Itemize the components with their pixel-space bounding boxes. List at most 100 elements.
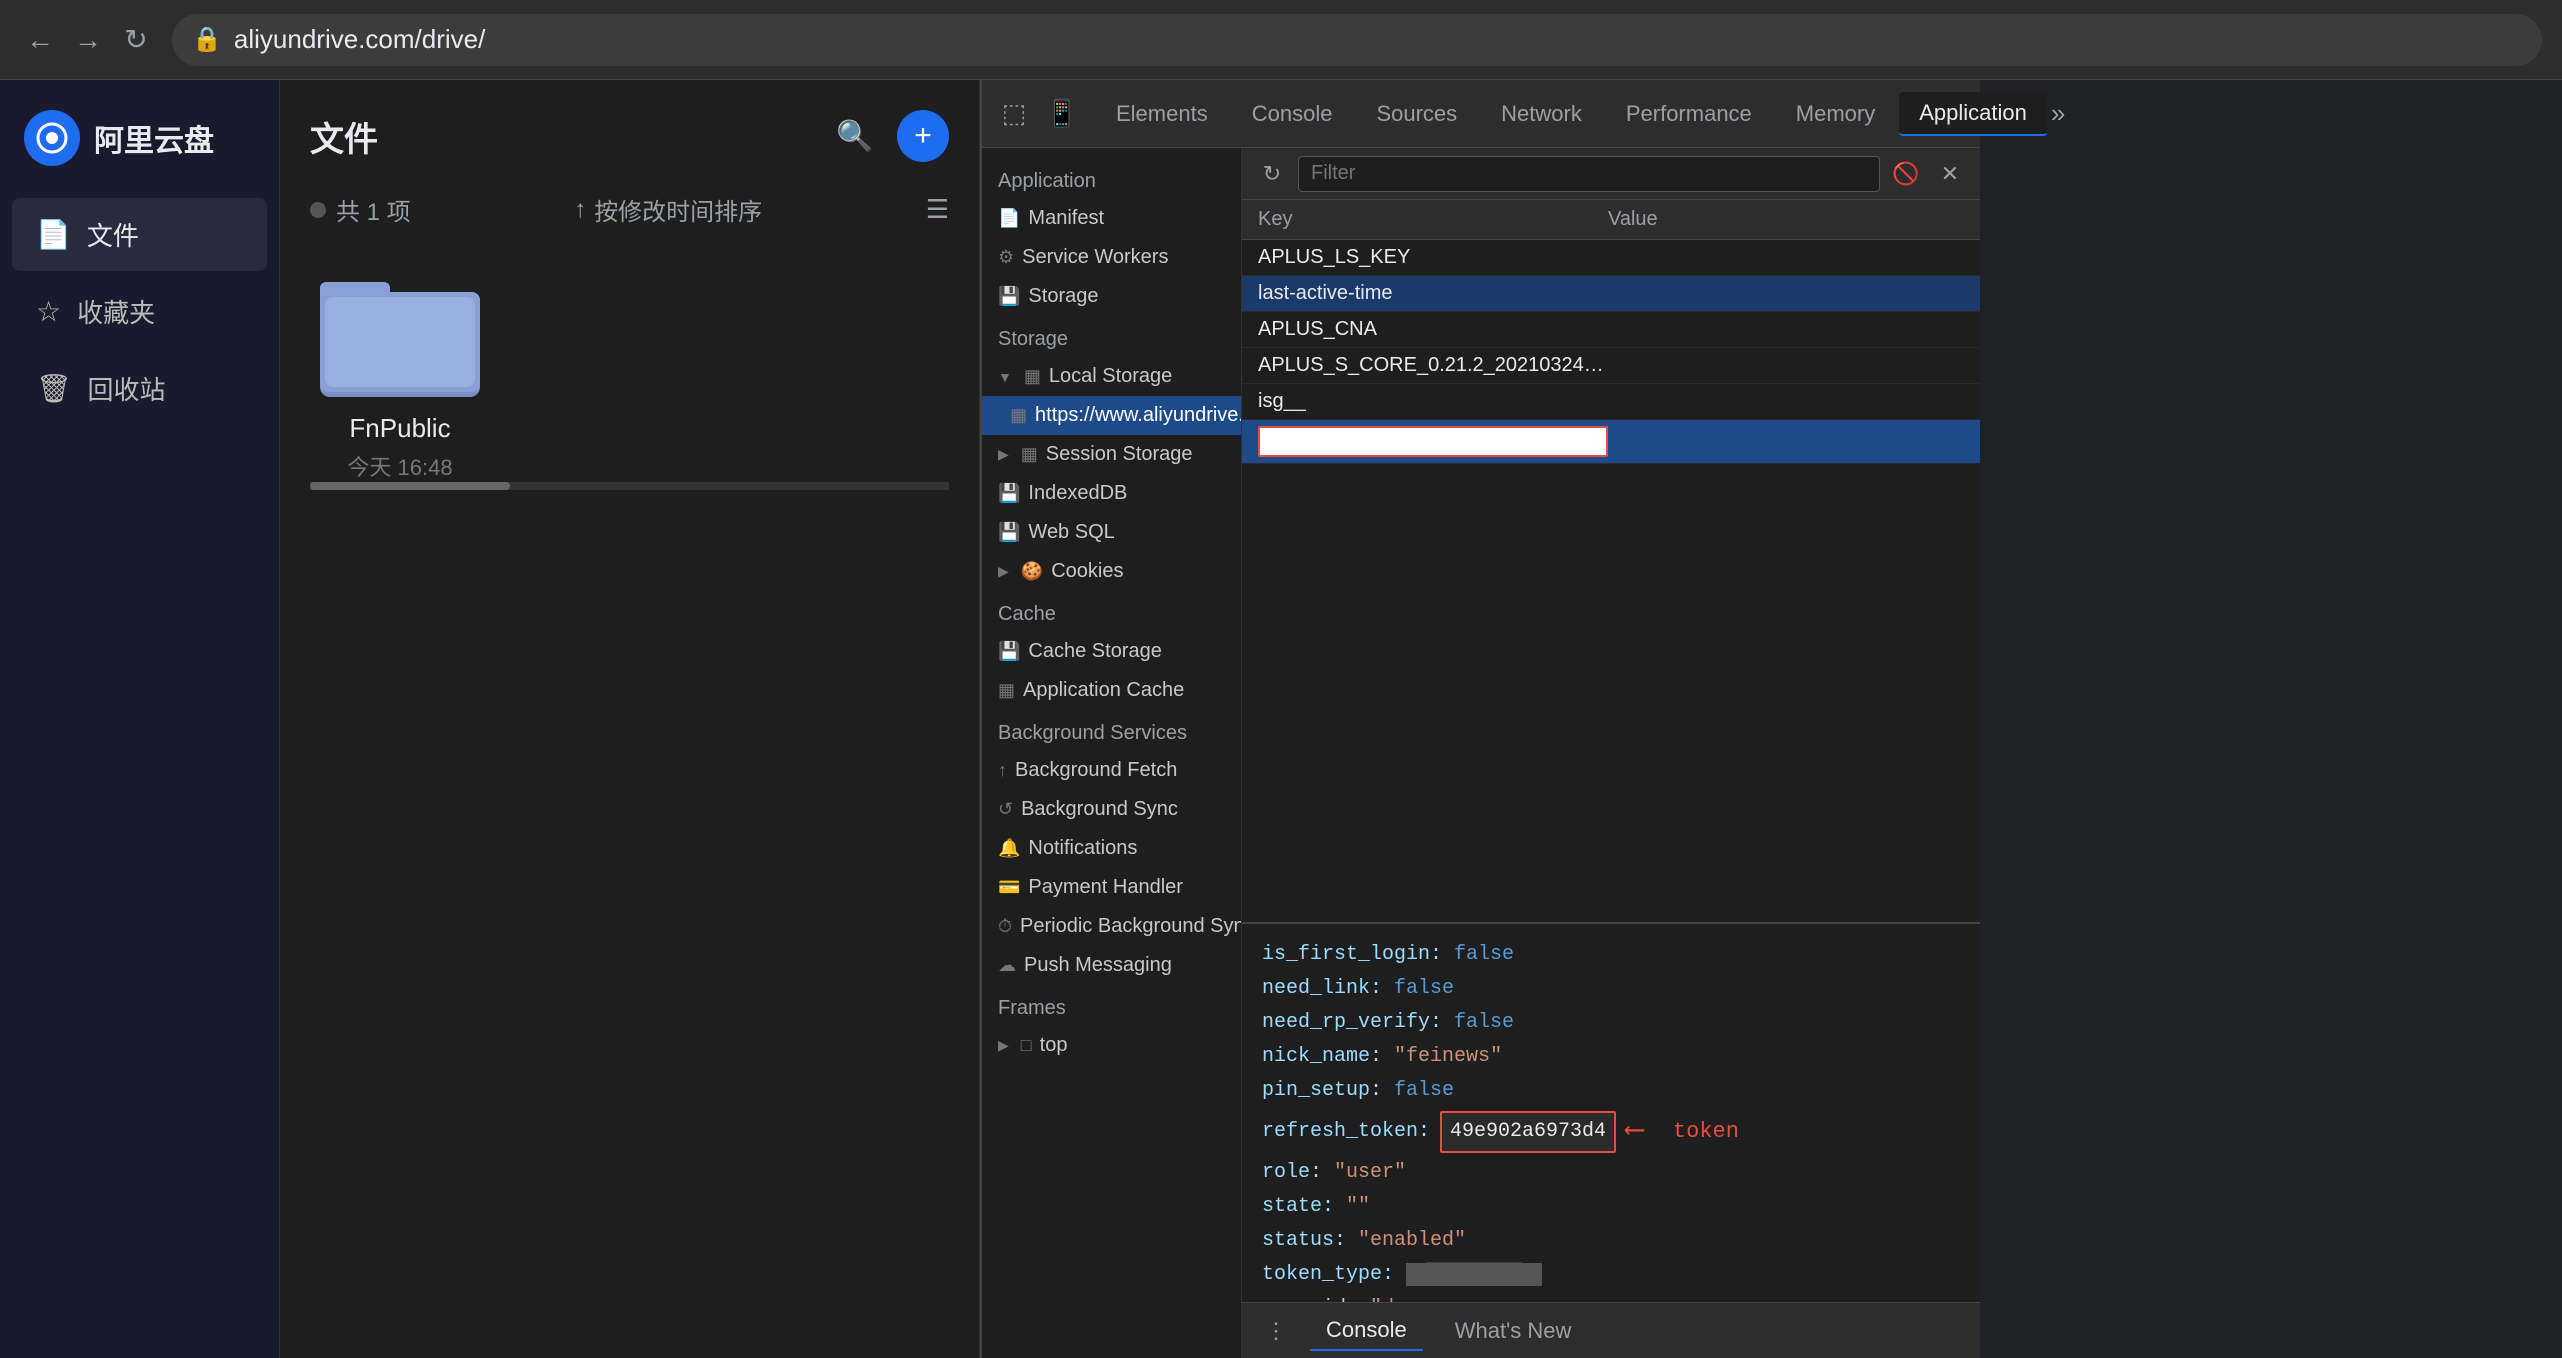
tree-item-periodic-bg-sync[interactable]: ⏱ Periodic Background Sync: [982, 907, 1241, 946]
device-icon[interactable]: 📱: [1040, 92, 1084, 136]
nav-buttons: ← → ↻: [20, 20, 156, 60]
refresh-storage-button[interactable]: ↻: [1254, 156, 1290, 192]
tree-item-manifest[interactable]: 📄 Manifest: [982, 199, 1241, 238]
tree-item-bg-fetch[interactable]: ↑ Background Fetch: [982, 751, 1241, 790]
three-dot-menu[interactable]: ⋮: [1258, 1313, 1294, 1349]
filter-bar: ↻ 🚫 ✕: [1242, 148, 1980, 200]
tab-console[interactable]: Console: [1232, 93, 1353, 135]
tab-application[interactable]: Application: [1899, 92, 2047, 136]
col-key-header: Key: [1258, 208, 1608, 231]
local-storage-label: Local Storage: [1049, 365, 1172, 388]
view-toggle[interactable]: ☰: [926, 194, 949, 225]
drive-scrollbar-thumb: [310, 482, 510, 490]
push-icon: ☁: [998, 955, 1016, 976]
app-section-cache: Cache: [982, 591, 1241, 632]
refresh-button[interactable]: ↻: [116, 20, 156, 60]
tree-item-cache-storage[interactable]: 💾 Cache Storage: [982, 632, 1241, 671]
tab-memory[interactable]: Memory: [1776, 93, 1895, 135]
drive-header: 文件 🔍 +: [310, 110, 949, 162]
back-button[interactable]: ←: [20, 20, 60, 60]
drive-logo-icon: [24, 110, 80, 166]
sort-button[interactable]: ↑ 按修改时间排序: [574, 192, 762, 227]
tree-item-storage[interactable]: 💾 Storage: [982, 277, 1241, 316]
sidebar-item-favorites[interactable]: ☆ 收藏夹: [12, 275, 267, 348]
storage-key-editing[interactable]: token: [1258, 426, 1608, 457]
filter-input[interactable]: [1298, 156, 1880, 192]
web-sql-icon: 💾: [998, 522, 1020, 543]
more-tabs-button[interactable]: »: [2051, 92, 2065, 136]
push-messaging-label: Push Messaging: [1024, 954, 1172, 977]
search-button[interactable]: 🔍: [829, 110, 881, 162]
console-tab[interactable]: Console: [1310, 1311, 1423, 1351]
table-row[interactable]: APLUS_CNA: [1242, 312, 1980, 348]
browser-chrome: ← → ↻ 🔒 aliyundrive.com/drive/: [0, 0, 2562, 80]
app-main: ↻ 🚫 ✕ Key Value APLUS_LS_KEY: [1242, 148, 1980, 1358]
sidebar-item-files[interactable]: 📄 文件: [12, 198, 267, 271]
tree-item-indexeddb[interactable]: 💾 IndexedDB: [982, 474, 1241, 513]
session-storage-label: Session Storage: [1046, 443, 1193, 466]
tree-item-frame-top[interactable]: ▶ □ top: [982, 1026, 1241, 1065]
table-row[interactable]: token: [1242, 420, 1980, 464]
local-storage-url-icon: ▦: [1010, 405, 1027, 426]
sidebar-trash-label: 回收站: [88, 370, 166, 407]
arrow-icon: ⟵: [1626, 1108, 1643, 1156]
storage-rows: APLUS_LS_KEY last-active-time APLUS_CNA: [1242, 240, 1980, 922]
tree-item-notifications[interactable]: 🔔 Notifications: [982, 829, 1241, 868]
tab-performance[interactable]: Performance: [1606, 93, 1772, 135]
json-line: token_type: ████████: [1262, 1258, 1960, 1292]
drive-actions: 🔍 +: [829, 110, 949, 162]
table-row[interactable]: isg__: [1242, 384, 1980, 420]
indexeddb-icon: 💾: [998, 483, 1020, 504]
tree-item-web-sql[interactable]: 💾 Web SQL: [982, 513, 1241, 552]
json-line: state: "": [1262, 1190, 1960, 1224]
tree-item-bg-sync[interactable]: ↺ Background Sync: [982, 790, 1241, 829]
session-storage-icon: ▦: [1021, 444, 1038, 465]
folder-date: 今天 16:48: [347, 450, 452, 482]
address-bar[interactable]: 🔒 aliyundrive.com/drive/: [172, 14, 2542, 66]
table-row[interactable]: APLUS_S_CORE_0.21.2_20210324154441_6a862…: [1242, 348, 1980, 384]
app-sidebar: Application 📄 Manifest ⚙ Service Workers…: [982, 148, 1242, 1358]
table-row[interactable]: last-active-time: [1242, 276, 1980, 312]
tree-item-cookies[interactable]: ▶ 🍪 Cookies: [982, 552, 1241, 591]
tree-item-payment-handler[interactable]: 💳 Payment Handler: [982, 868, 1241, 907]
notifications-label: Notifications: [1028, 837, 1137, 860]
forward-button[interactable]: →: [68, 20, 108, 60]
tree-item-session-storage[interactable]: ▶ ▦ Session Storage: [982, 435, 1241, 474]
tree-item-app-cache[interactable]: ▦ Application Cache: [982, 671, 1241, 710]
col-value-header: Value: [1608, 208, 1964, 231]
devtools-body: Application 📄 Manifest ⚙ Service Workers…: [982, 148, 1980, 1358]
lock-icon: 🔒: [192, 25, 222, 54]
folder-name: FnPublic: [349, 413, 450, 444]
tab-sources[interactable]: Sources: [1356, 93, 1477, 135]
inspect-icon[interactable]: ⬚: [992, 92, 1036, 136]
drive-scrollbar[interactable]: [310, 482, 949, 490]
json-line: nick_name: "feinews": [1262, 1040, 1960, 1074]
whats-new-tab[interactable]: What's New: [1439, 1312, 1588, 1350]
app-cache-label: Application Cache: [1023, 679, 1184, 702]
folder-item[interactable]: FnPublic 今天 16:48: [310, 267, 490, 482]
app-cache-icon: ▦: [998, 680, 1015, 701]
token-line: refresh_token: 49e902a6973d4 ⟵ token: [1262, 1108, 1960, 1156]
clear-filter-button[interactable]: 🚫: [1888, 156, 1924, 192]
devtools-panel: ⬚ 📱 Elements Console Sources Network Per…: [980, 80, 1980, 1358]
json-panel: is_first_login: false need_link: false n…: [1242, 922, 1980, 1302]
file-icon: 📄: [36, 218, 71, 251]
periodic-bg-sync-label: Periodic Background Sync: [1020, 915, 1241, 938]
sort-icon: ↑: [574, 196, 586, 224]
tree-item-push-messaging[interactable]: ☁ Push Messaging: [982, 946, 1241, 985]
table-row[interactable]: APLUS_LS_KEY: [1242, 240, 1980, 276]
tab-network[interactable]: Network: [1481, 93, 1602, 135]
tree-item-local-storage-url[interactable]: ▦ https://www.aliyundrive.co: [982, 396, 1241, 435]
close-panel-button[interactable]: ✕: [1932, 156, 1968, 192]
sidebar-item-trash[interactable]: 🗑 回收站: [12, 352, 267, 425]
tree-item-local-storage[interactable]: ▼ ▦ Local Storage: [982, 357, 1241, 396]
add-button[interactable]: +: [897, 110, 949, 162]
tab-elements[interactable]: Elements: [1096, 93, 1228, 135]
drive-title: 文件: [310, 112, 378, 161]
notifications-icon: 🔔: [998, 838, 1020, 859]
cookies-chevron: ▶: [998, 563, 1009, 580]
tree-item-service-workers[interactable]: ⚙ Service Workers: [982, 238, 1241, 277]
frame-top-label: top: [1040, 1034, 1068, 1057]
token-annotation: token: [1673, 1113, 1739, 1150]
cookies-icon: 🍪: [1021, 561, 1043, 582]
